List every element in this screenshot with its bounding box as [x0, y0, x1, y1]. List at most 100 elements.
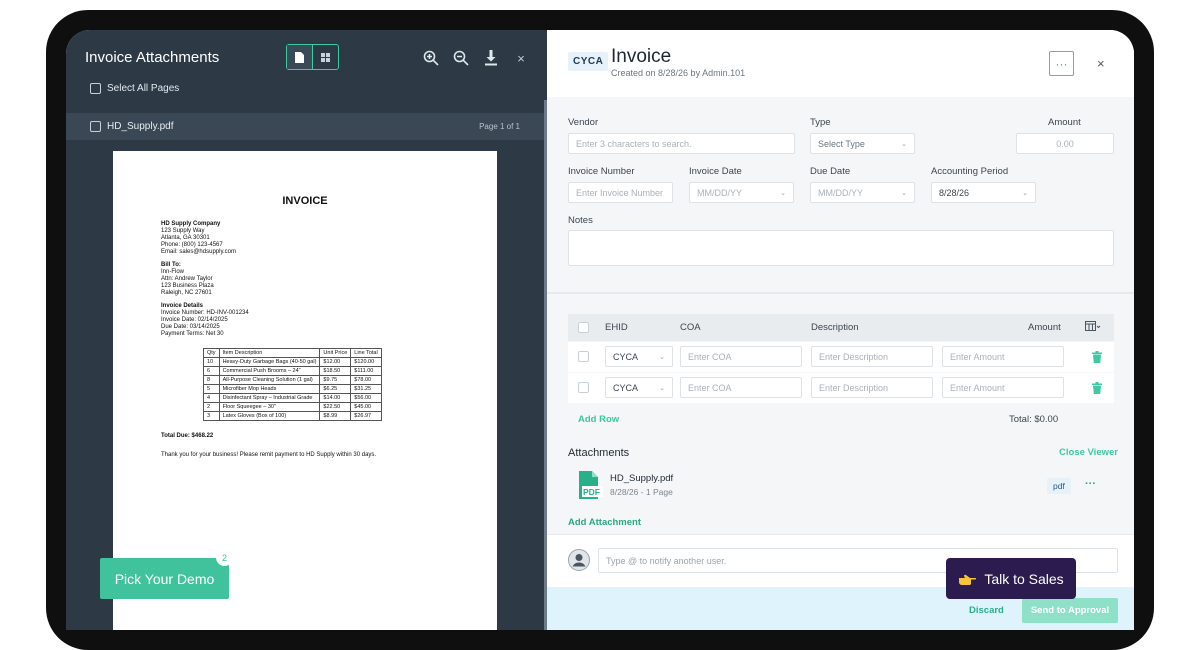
coa-input[interactable]: Enter COA — [680, 346, 802, 367]
ehid-header: EHID — [605, 322, 628, 333]
pdf-table-header: Qty Item Description Unit Price Line Tot… — [203, 348, 382, 358]
pdf-line: Attn: Andrew Taylor — [161, 276, 213, 282]
add-row-button[interactable]: Add Row — [578, 414, 619, 425]
description-placeholder: Enter Description — [819, 351, 889, 362]
select-all-checkbox[interactable] — [90, 83, 101, 94]
talk-to-sales-button[interactable]: Talk to Sales — [946, 558, 1076, 599]
vendor-placeholder: Enter 3 characters to search. — [576, 138, 692, 149]
description-placeholder: Enter Description — [819, 382, 889, 393]
page-indicator: Page 1 of 1 — [479, 122, 520, 131]
attachment-name[interactable]: HD_Supply.pdf — [610, 473, 673, 484]
zoom-out-button[interactable] — [451, 48, 471, 68]
viewer-toolbar: × — [421, 48, 531, 68]
pdf-td: $18.50 — [319, 366, 352, 376]
pdf-line-items-table: Qty Item Description Unit Price Line Tot… — [203, 348, 382, 421]
pdf-line: Invoice Details — [161, 303, 204, 309]
invoice-date-input[interactable]: MM/DD/YY ⌄ — [689, 182, 794, 203]
amount-row-input[interactable]: Enter Amount — [942, 346, 1064, 367]
delete-row-button[interactable] — [1092, 350, 1102, 368]
pdf-td: $78.00 — [350, 375, 382, 385]
ehid-select[interactable]: CYCA ⌄ — [605, 346, 673, 367]
attachment-more-button[interactable]: ··· — [1085, 478, 1096, 490]
table-row: CYCA ⌄ Enter COA Enter Description Enter… — [568, 373, 1114, 403]
invoice-number-input[interactable]: Enter Invoice Number — [568, 182, 673, 203]
send-to-approval-button[interactable]: Send to Approval — [1022, 598, 1118, 623]
pdf-td: Latex Gloves (Box of 100) — [218, 411, 321, 421]
zoom-in-button[interactable] — [421, 48, 441, 68]
due-date-input[interactable]: MM/DD/YY ⌄ — [810, 182, 915, 203]
amount-row-input[interactable]: Enter Amount — [942, 377, 1064, 398]
pdf-line: Invoice Date: 02/14/2025 — [161, 317, 228, 323]
pdf-td: $56.00 — [350, 393, 382, 403]
coa-placeholder: Enter COA — [688, 382, 732, 393]
pdf-td: All-Purpose Cleaning Solution (1 gal) — [218, 375, 321, 385]
notes-label: Notes — [568, 215, 593, 226]
pdf-th: Qty — [203, 348, 220, 358]
vendor-input[interactable]: Enter 3 characters to search. — [568, 133, 795, 154]
file-type-badge: pdf — [1047, 478, 1071, 494]
more-options-button[interactable]: ··· — [1049, 51, 1074, 76]
delete-row-button[interactable] — [1092, 381, 1102, 399]
row-checkbox[interactable] — [578, 351, 589, 362]
pick-your-demo-label: Pick Your Demo — [114, 570, 215, 587]
grid-view-button[interactable] — [313, 45, 338, 69]
description-input[interactable]: Enter Description — [811, 346, 933, 367]
ehid-select[interactable]: CYCA ⌄ — [605, 377, 673, 398]
add-attachment-button[interactable]: Add Attachment — [568, 517, 641, 528]
pdf-table-row: 2 Floor Squeegee – 30" $22.50 $45.00 — [203, 402, 382, 412]
pdf-line: 123 Supply Way — [161, 228, 205, 234]
file-checkbox[interactable] — [90, 121, 101, 132]
pdf-file-icon: PDF — [579, 471, 603, 504]
select-all-label: Select All Pages — [107, 83, 180, 94]
due-date-label: Due Date — [810, 166, 851, 177]
vendor-label: Vendor — [568, 117, 599, 128]
type-select[interactable]: Select Type ⌄ — [810, 133, 915, 154]
pdf-line: Invoice Number: HD-INV-001234 — [161, 310, 249, 316]
pdf-line: Bill To: — [161, 262, 181, 268]
discard-button[interactable]: Discard — [969, 605, 1004, 616]
close-button[interactable]: × — [1097, 56, 1105, 71]
created-info: Created on 8/28/26 by Admin.101 — [611, 68, 746, 78]
description-header: Description — [811, 322, 859, 333]
pick-your-demo-button[interactable]: Pick Your Demo 2 — [100, 549, 233, 599]
attachment-viewer: Invoice Attachments × Select All Pages H… — [66, 30, 547, 630]
coa-input[interactable]: Enter COA — [680, 377, 802, 398]
document-icon — [295, 51, 304, 63]
notes-textarea[interactable] — [568, 230, 1114, 266]
comment-placeholder: Type @ to notify another user. — [606, 555, 727, 566]
row-checkbox[interactable] — [578, 382, 589, 393]
amount-input[interactable]: 0.00 — [1016, 133, 1114, 154]
pdf-line: Raleigh, NC 27601 — [161, 290, 212, 296]
attachments-title: Attachments — [568, 447, 630, 459]
attachment-meta: 8/28/26 - 1 Page — [610, 487, 673, 497]
pdf-td: 4 — [203, 393, 220, 403]
pdf-td: $14.00 — [319, 393, 352, 403]
chevron-down-icon: ⌄ — [901, 140, 907, 148]
section-divider — [547, 292, 1134, 294]
talk-to-sales-label: Talk to Sales — [984, 570, 1064, 587]
invoice-date-placeholder: MM/DD/YY — [697, 187, 742, 198]
pdf-td: $6.25 — [319, 384, 352, 394]
pdf-th: Item Description — [218, 348, 321, 358]
accounting-period-select[interactable]: 8/28/26 ⌄ — [931, 182, 1036, 203]
single-page-view-button[interactable] — [287, 45, 313, 69]
type-label: Type — [810, 117, 831, 128]
pdf-td: $111.00 — [350, 366, 382, 376]
pointing-hand-icon — [959, 574, 977, 585]
trash-icon — [1092, 351, 1102, 363]
column-settings-button[interactable] — [1085, 321, 1101, 335]
pdf-line: Inn-Flow — [161, 269, 185, 275]
invoice-number-label: Invoice Number — [568, 166, 635, 177]
close-viewer-button[interactable]: Close Viewer — [1059, 447, 1118, 458]
chevron-down-icon: ⌄ — [659, 353, 665, 361]
pdf-icon-label: PDF — [583, 487, 600, 497]
download-button[interactable] — [481, 48, 501, 68]
select-all-rows-checkbox[interactable] — [578, 322, 589, 333]
pdf-thanks: Thank you for your business! Please remi… — [161, 452, 377, 458]
close-viewer-x-button[interactable]: × — [511, 48, 531, 68]
file-bar: HD_Supply.pdf Page 1 of 1 — [66, 113, 544, 140]
amount-value: 0.00 — [1056, 138, 1074, 149]
description-input[interactable]: Enter Description — [811, 377, 933, 398]
allocation-table-header: EHID COA Description Amount — [568, 314, 1114, 341]
select-all-pages[interactable]: Select All Pages — [90, 83, 179, 94]
